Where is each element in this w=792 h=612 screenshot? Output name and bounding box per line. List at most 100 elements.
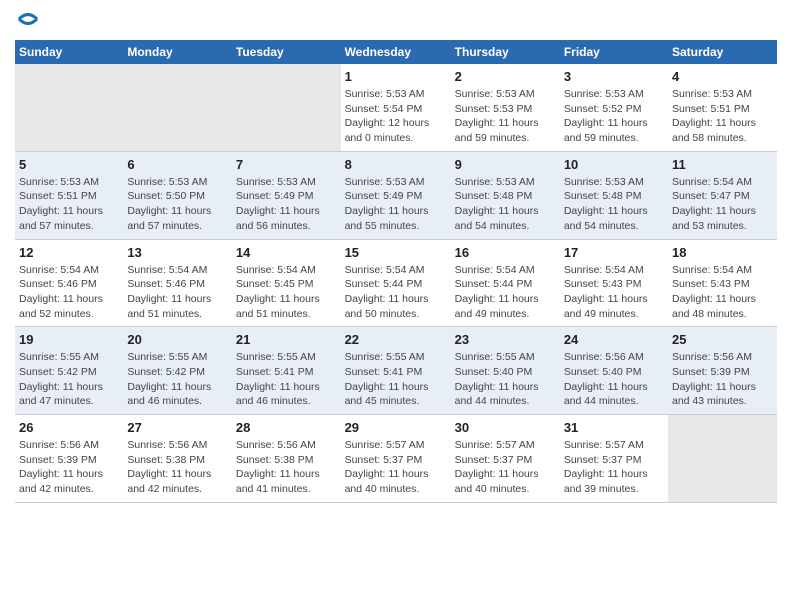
calendar-cell: 8 Sunrise: 5:53 AMSunset: 5:49 PMDaylight… [341,151,451,239]
calendar-cell: 30 Sunrise: 5:57 AMSunset: 5:37 PMDayligh… [451,415,560,503]
day-info: Sunrise: 5:56 AMSunset: 5:40 PMDaylight:… [564,350,664,409]
day-info: Sunrise: 5:55 AMSunset: 5:42 PMDaylight:… [19,350,119,409]
day-info: Sunrise: 5:53 AMSunset: 5:48 PMDaylight:… [455,175,556,234]
calendar-cell: 2 Sunrise: 5:53 AMSunset: 5:53 PMDaylight… [451,64,560,151]
day-number: 19 [19,332,119,347]
day-number: 2 [455,69,556,84]
day-info: Sunrise: 5:53 AMSunset: 5:49 PMDaylight:… [236,175,337,234]
day-number: 6 [127,157,228,172]
day-info: Sunrise: 5:57 AMSunset: 5:37 PMDaylight:… [564,438,664,497]
weekday-monday: Monday [123,40,232,64]
calendar-cell: 25Sunrise: 5:56 AMSunset: 5:39 PMDayligh… [668,327,777,415]
week-row-5: 26 Sunrise: 5:56 AMSunset: 5:39 PMDayligh… [15,415,777,503]
weekday-sunday: Sunday [15,40,123,64]
week-row-4: 19 Sunrise: 5:55 AMSunset: 5:42 PMDayligh… [15,327,777,415]
day-info: Sunrise: 5:55 AMSunset: 5:42 PMDaylight:… [127,350,228,409]
day-number: 7 [236,157,337,172]
logo-icon [17,8,39,30]
weekday-friday: Friday [560,40,668,64]
day-info: Sunrise: 5:53 AMSunset: 5:50 PMDaylight:… [127,175,228,234]
calendar-cell: 19 Sunrise: 5:55 AMSunset: 5:42 PMDayligh… [15,327,123,415]
calendar-cell: 23Sunrise: 5:55 AMSunset: 5:40 PMDayligh… [451,327,560,415]
weekday-tuesday: Tuesday [232,40,341,64]
day-info: Sunrise: 5:54 AMSunset: 5:44 PMDaylight:… [345,263,447,322]
day-number: 24 [564,332,664,347]
weekday-thursday: Thursday [451,40,560,64]
day-info: Sunrise: 5:53 AMSunset: 5:48 PMDaylight:… [564,175,664,234]
day-number: 31 [564,420,664,435]
day-number: 28 [236,420,337,435]
calendar-cell: 29 Sunrise: 5:57 AMSunset: 5:37 PMDayligh… [341,415,451,503]
calendar-cell: 18Sunrise: 5:54 AMSunset: 5:43 PMDayligh… [668,239,777,327]
header [15,10,777,30]
day-number: 22 [345,332,447,347]
calendar-cell: 24 Sunrise: 5:56 AMSunset: 5:40 PMDayligh… [560,327,668,415]
week-row-3: 12 Sunrise: 5:54 AMSunset: 5:46 PMDayligh… [15,239,777,327]
day-info: Sunrise: 5:53 AMSunset: 5:51 PMDaylight:… [672,87,773,146]
calendar-cell: 31 Sunrise: 5:57 AMSunset: 5:37 PMDayligh… [560,415,668,503]
calendar-cell: 5 Sunrise: 5:53 AMSunset: 5:51 PMDaylight… [15,151,123,239]
day-number: 10 [564,157,664,172]
calendar-cell: 1 Sunrise: 5:53 AMSunset: 5:54 PMDaylight… [341,64,451,151]
day-info: Sunrise: 5:54 AMSunset: 5:45 PMDaylight:… [236,263,337,322]
day-info: Sunrise: 5:53 AMSunset: 5:53 PMDaylight:… [455,87,556,146]
main-container: SundayMondayTuesdayWednesdayThursdayFrid… [0,0,792,513]
day-number: 14 [236,245,337,260]
day-info: Sunrise: 5:54 AMSunset: 5:44 PMDaylight:… [455,263,556,322]
calendar-cell [232,64,341,151]
calendar-cell: 16Sunrise: 5:54 AMSunset: 5:44 PMDayligh… [451,239,560,327]
day-number: 21 [236,332,337,347]
weekday-header-row: SundayMondayTuesdayWednesdayThursdayFrid… [15,40,777,64]
day-info: Sunrise: 5:56 AMSunset: 5:38 PMDaylight:… [236,438,337,497]
calendar-cell: 20Sunrise: 5:55 AMSunset: 5:42 PMDayligh… [123,327,232,415]
day-number: 13 [127,245,228,260]
day-number: 8 [345,157,447,172]
day-info: Sunrise: 5:53 AMSunset: 5:52 PMDaylight:… [564,87,664,146]
day-info: Sunrise: 5:54 AMSunset: 5:43 PMDaylight:… [564,263,664,322]
day-number: 17 [564,245,664,260]
day-info: Sunrise: 5:54 AMSunset: 5:46 PMDaylight:… [19,263,119,322]
calendar-cell: 9 Sunrise: 5:53 AMSunset: 5:48 PMDaylight… [451,151,560,239]
calendar-cell [15,64,123,151]
day-info: Sunrise: 5:54 AMSunset: 5:47 PMDaylight:… [672,175,773,234]
day-number: 26 [19,420,119,435]
day-info: Sunrise: 5:53 AMSunset: 5:54 PMDaylight:… [345,87,447,146]
calendar-cell: 17 Sunrise: 5:54 AMSunset: 5:43 PMDayligh… [560,239,668,327]
calendar-cell: 13 Sunrise: 5:54 AMSunset: 5:46 PMDayligh… [123,239,232,327]
calendar-cell: 6 Sunrise: 5:53 AMSunset: 5:50 PMDaylight… [123,151,232,239]
day-info: Sunrise: 5:57 AMSunset: 5:37 PMDaylight:… [345,438,447,497]
day-info: Sunrise: 5:54 AMSunset: 5:46 PMDaylight:… [127,263,228,322]
calendar-cell [668,415,777,503]
day-number: 15 [345,245,447,260]
calendar-cell: 4 Sunrise: 5:53 AMSunset: 5:51 PMDaylight… [668,64,777,151]
day-number: 1 [345,69,447,84]
calendar-cell: 11 Sunrise: 5:54 AMSunset: 5:47 PMDayligh… [668,151,777,239]
day-info: Sunrise: 5:57 AMSunset: 5:37 PMDaylight:… [455,438,556,497]
calendar-cell: 12 Sunrise: 5:54 AMSunset: 5:46 PMDayligh… [15,239,123,327]
logo [15,10,39,30]
day-info: Sunrise: 5:55 AMSunset: 5:40 PMDaylight:… [455,350,556,409]
day-number: 25 [672,332,773,347]
calendar-cell: 3 Sunrise: 5:53 AMSunset: 5:52 PMDaylight… [560,64,668,151]
day-number: 5 [19,157,119,172]
day-info: Sunrise: 5:54 AMSunset: 5:43 PMDaylight:… [672,263,773,322]
weekday-saturday: Saturday [668,40,777,64]
day-number: 30 [455,420,556,435]
calendar-cell: 21 Sunrise: 5:55 AMSunset: 5:41 PMDayligh… [232,327,341,415]
day-number: 3 [564,69,664,84]
day-number: 11 [672,157,773,172]
calendar-table: SundayMondayTuesdayWednesdayThursdayFrid… [15,40,777,503]
day-number: 12 [19,245,119,260]
calendar-cell: 10 Sunrise: 5:53 AMSunset: 5:48 PMDayligh… [560,151,668,239]
calendar-cell [123,64,232,151]
day-info: Sunrise: 5:53 AMSunset: 5:49 PMDaylight:… [345,175,447,234]
day-info: Sunrise: 5:53 AMSunset: 5:51 PMDaylight:… [19,175,119,234]
day-info: Sunrise: 5:55 AMSunset: 5:41 PMDaylight:… [236,350,337,409]
weekday-wednesday: Wednesday [341,40,451,64]
day-info: Sunrise: 5:56 AMSunset: 5:39 PMDaylight:… [19,438,119,497]
day-number: 9 [455,157,556,172]
day-number: 29 [345,420,447,435]
day-number: 27 [127,420,228,435]
calendar-cell: 28 Sunrise: 5:56 AMSunset: 5:38 PMDayligh… [232,415,341,503]
day-number: 4 [672,69,773,84]
